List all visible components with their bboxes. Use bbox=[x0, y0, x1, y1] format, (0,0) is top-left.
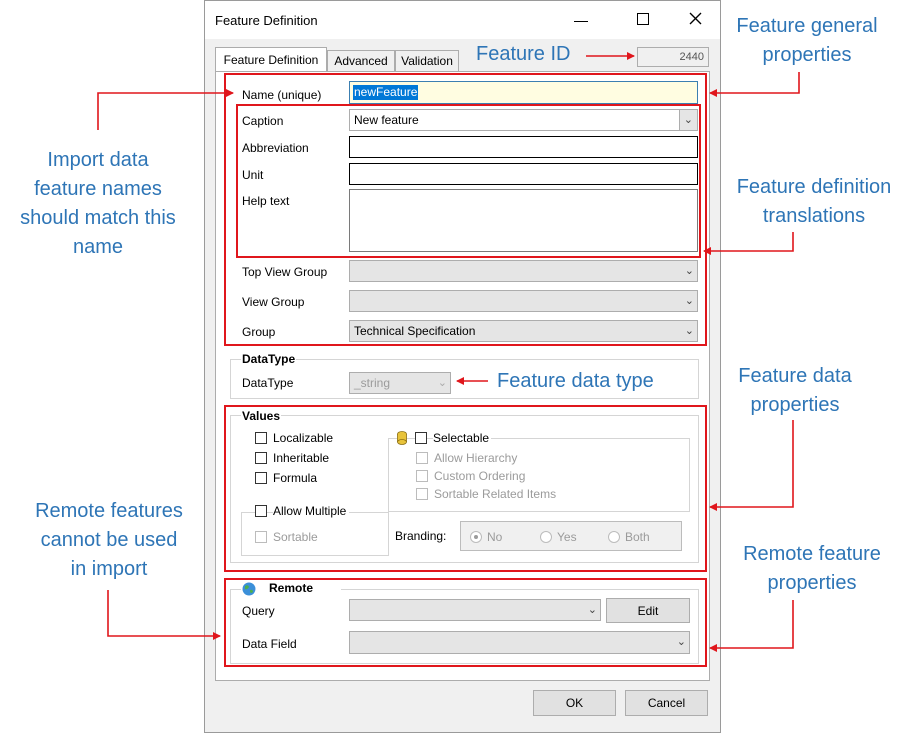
annotation-data-properties: Feature data properties bbox=[738, 365, 852, 416]
arrow-data-properties bbox=[709, 420, 794, 511]
arrow-import-names bbox=[97, 89, 234, 130]
annotation-general-properties: Feature general properties bbox=[736, 15, 878, 66]
arrow-translations bbox=[703, 232, 794, 255]
annotation-feature-id: Feature ID bbox=[476, 43, 571, 65]
arrow-general-properties bbox=[709, 72, 800, 97]
annotation-import-names: Import data feature names should match t… bbox=[20, 149, 176, 258]
annotation-remote-properties: Remote feature properties bbox=[743, 543, 881, 594]
annotation-translations: Feature definition translations bbox=[736, 176, 892, 227]
annotation-remote-import: Remote features cannot be used in import bbox=[35, 500, 183, 580]
annotation-data-type: Feature data type bbox=[497, 370, 654, 392]
arrow-remote-properties bbox=[709, 600, 794, 652]
arrow-remote-import bbox=[107, 590, 221, 640]
